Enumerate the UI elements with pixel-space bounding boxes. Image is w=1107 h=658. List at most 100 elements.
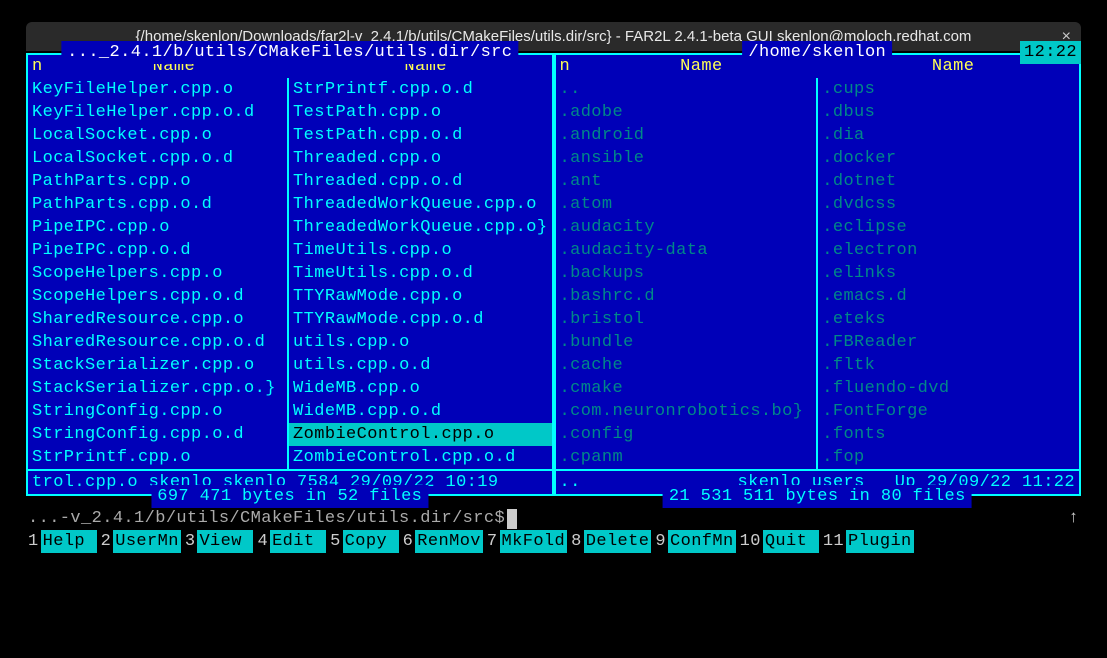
file-item[interactable]: PathParts.cpp.o: [28, 170, 287, 193]
file-item[interactable]: .eclipse: [818, 216, 1079, 239]
file-item[interactable]: .bristol: [556, 308, 817, 331]
fkey-[interactable]: [916, 530, 976, 553]
file-item[interactable]: ThreadedWorkQueue.cpp.o: [289, 193, 551, 216]
file-item[interactable]: .com.neuronrobotics.bo}: [556, 400, 817, 423]
file-item[interactable]: .config: [556, 423, 817, 446]
file-item[interactable]: Threaded.cpp.o: [289, 147, 551, 170]
file-item[interactable]: StackSerializer.cpp.o.}: [28, 377, 287, 400]
file-item[interactable]: KeyFileHelper.cpp.o.d: [28, 101, 287, 124]
file-item[interactable]: PathParts.cpp.o.d: [28, 193, 287, 216]
fkey-delete[interactable]: 8Delete: [569, 530, 651, 553]
file-item[interactable]: WideMB.cpp.o: [289, 377, 551, 400]
file-item[interactable]: .dotnet: [818, 170, 1079, 193]
right-panel-path[interactable]: /home/skenlon: [742, 41, 892, 64]
file-item[interactable]: TestPath.cpp.o.d: [289, 124, 551, 147]
file-item[interactable]: .docker: [818, 147, 1079, 170]
file-item[interactable]: .fop: [818, 446, 1079, 469]
fkey-mkfold[interactable]: 7MkFold: [485, 530, 567, 553]
file-item[interactable]: ScopeHelpers.cpp.o: [28, 262, 287, 285]
file-item[interactable]: .dia: [818, 124, 1079, 147]
file-item[interactable]: .fltk: [818, 354, 1079, 377]
col-n-header: n: [556, 55, 576, 78]
file-item[interactable]: .audacity-data: [556, 239, 817, 262]
left-panel-path[interactable]: ..._2.4.1/b/utils/CMakeFiles/utils.dir/s…: [61, 41, 518, 64]
file-item[interactable]: .audacity: [556, 216, 817, 239]
key-number: 4: [255, 530, 270, 553]
file-item[interactable]: .bashrc.d: [556, 285, 817, 308]
clock: 12:22: [1020, 41, 1081, 64]
fkey-edit[interactable]: 4Edit: [255, 530, 326, 553]
key-label: Help: [41, 530, 97, 553]
file-item[interactable]: .FBReader: [818, 331, 1079, 354]
file-item[interactable]: KeyFileHelper.cpp.o: [28, 78, 287, 101]
file-item[interactable]: LocalSocket.cpp.o.d: [28, 147, 287, 170]
file-item[interactable]: ..: [556, 78, 817, 101]
file-item[interactable]: TTYRawMode.cpp.o.d: [289, 308, 551, 331]
file-item[interactable]: Threaded.cpp.o.d: [289, 170, 551, 193]
terminal: ..._2.4.1/b/utils/CMakeFiles/utils.dir/s…: [26, 51, 1081, 553]
file-item[interactable]: .elinks: [818, 262, 1079, 285]
file-item[interactable]: .ant: [556, 170, 817, 193]
key-number: 5: [328, 530, 343, 553]
fkey-copy[interactable]: 5Copy: [328, 530, 399, 553]
file-item[interactable]: .dvdcss: [818, 193, 1079, 216]
file-item[interactable]: TimeUtils.cpp.o.d: [289, 262, 551, 285]
file-item[interactable]: .adobe: [556, 101, 817, 124]
file-item[interactable]: StringConfig.cpp.o: [28, 400, 287, 423]
file-item[interactable]: .cache: [556, 354, 817, 377]
file-item[interactable]: PipeIPC.cpp.o: [28, 216, 287, 239]
file-item[interactable]: .cmake: [556, 377, 817, 400]
command-line[interactable]: ...-v_2.4.1/b/utils/CMakeFiles/utils.dir…: [26, 507, 1081, 530]
file-item[interactable]: .fonts: [818, 423, 1079, 446]
file-item[interactable]: .dbus: [818, 101, 1079, 124]
file-item[interactable]: TTYRawMode.cpp.o: [289, 285, 551, 308]
file-item[interactable]: StringConfig.cpp.o.d: [28, 423, 287, 446]
file-item[interactable]: .cpanm: [556, 446, 817, 469]
file-item[interactable]: .atom: [556, 193, 817, 216]
file-item[interactable]: utils.cpp.o: [289, 331, 551, 354]
file-item[interactable]: .backups: [556, 262, 817, 285]
file-item[interactable]: WideMB.cpp.o.d: [289, 400, 551, 423]
file-item[interactable]: PipeIPC.cpp.o.d: [28, 239, 287, 262]
fkey-quit[interactable]: 10Quit: [738, 530, 819, 553]
key-label: ConfMn: [668, 530, 736, 553]
key-label: Copy: [343, 530, 399, 553]
key-number: 9: [653, 530, 668, 553]
file-item[interactable]: ThreadedWorkQueue.cpp.o}: [289, 216, 551, 239]
left-panel[interactable]: ..._2.4.1/b/utils/CMakeFiles/utils.dir/s…: [26, 53, 554, 496]
right-panel[interactable]: /home/skenlon 12:22 n Name Name ...adobe…: [554, 53, 1082, 496]
key-label: Delete: [584, 530, 652, 553]
file-item[interactable]: .fluendo-dvd: [818, 377, 1079, 400]
file-item[interactable]: .electron: [818, 239, 1079, 262]
col-n-header: n: [28, 55, 48, 78]
fkey-renmov[interactable]: 6RenMov: [401, 530, 483, 553]
file-item[interactable]: .emacs.d: [818, 285, 1079, 308]
file-item[interactable]: StackSerializer.cpp.o: [28, 354, 287, 377]
fkey-confmn[interactable]: 9ConfMn: [653, 530, 735, 553]
file-item[interactable]: .cups: [818, 78, 1079, 101]
file-item[interactable]: .android: [556, 124, 817, 147]
file-item[interactable]: TestPath.cpp.o: [289, 101, 551, 124]
file-item[interactable]: .eteks: [818, 308, 1079, 331]
scroll-up-icon[interactable]: ↑: [1068, 507, 1079, 530]
prompt: ...-v_2.4.1/b/utils/CMakeFiles/utils.dir…: [28, 507, 505, 530]
file-item[interactable]: .bundle: [556, 331, 817, 354]
fkey-help[interactable]: 1Help: [26, 530, 97, 553]
fkey-usermn[interactable]: 2UserMn: [99, 530, 181, 553]
file-item[interactable]: SharedResource.cpp.o.d: [28, 331, 287, 354]
file-item[interactable]: .FontForge: [818, 400, 1079, 423]
file-item[interactable]: StrPrintf.cpp.o.d: [289, 78, 551, 101]
file-item[interactable]: utils.cpp.o.d: [289, 354, 551, 377]
fkey-plugin[interactable]: 11Plugin: [821, 530, 914, 553]
file-item[interactable]: ZombieControl.cpp.o.d: [289, 446, 551, 469]
file-item[interactable]: ZombieControl.cpp.o: [289, 423, 551, 446]
file-item[interactable]: ScopeHelpers.cpp.o.d: [28, 285, 287, 308]
file-item[interactable]: LocalSocket.cpp.o: [28, 124, 287, 147]
file-item[interactable]: TimeUtils.cpp.o: [289, 239, 551, 262]
file-item[interactable]: StrPrintf.cpp.o: [28, 446, 287, 469]
file-item[interactable]: SharedResource.cpp.o: [28, 308, 287, 331]
key-number: 8: [569, 530, 584, 553]
fkey-view[interactable]: 3View: [183, 530, 254, 553]
file-item[interactable]: .ansible: [556, 147, 817, 170]
key-number: 1: [26, 530, 41, 553]
